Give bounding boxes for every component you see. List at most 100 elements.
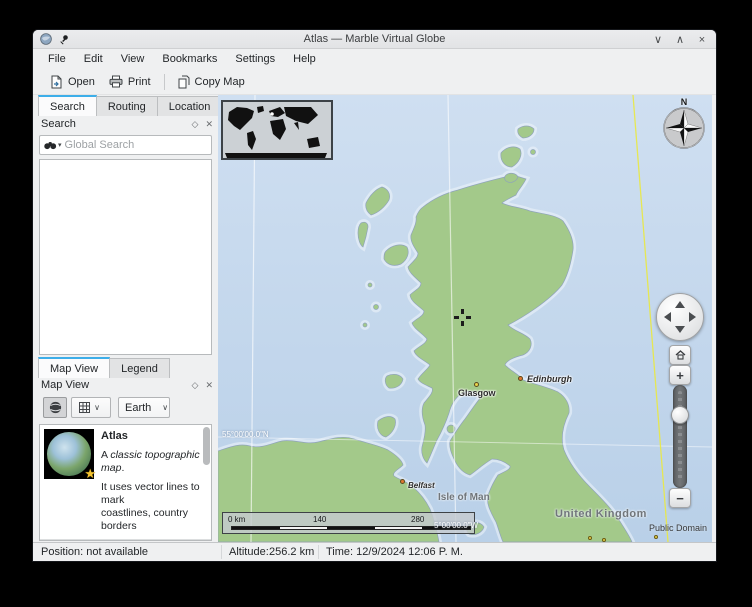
zoom-out-button[interactable]: − <box>669 488 691 508</box>
mapview-tabbar: Map View Legend <box>38 357 170 378</box>
mapview-toolbar: ∨ Earth ∨ <box>43 397 170 418</box>
compass[interactable]: N <box>663 97 705 155</box>
marble-window: Atlas — Marble Virtual Globe ∨ ∧ × File … <box>33 30 716 561</box>
copy-map-button[interactable]: Copy Map <box>171 72 252 92</box>
united-kingdom-label: United Kingdom <box>555 508 647 520</box>
window-title: Atlas — Marble Virtual Globe <box>33 33 716 45</box>
settlement-marker[interactable] <box>654 535 658 539</box>
zoom-slider-thumb[interactable] <box>671 406 689 424</box>
scale-end-label: 280 <box>411 515 424 524</box>
menubar: File Edit View Bookmarks Settings Help <box>33 49 716 69</box>
globe-icon <box>49 401 62 414</box>
atlas-thumbnail: ★ <box>44 429 94 479</box>
edinburgh-label: Edinburgh <box>527 374 572 384</box>
print-button[interactable]: Print <box>102 72 158 91</box>
home-button[interactable] <box>669 345 691 365</box>
pan-down-arrow-icon[interactable] <box>675 326 685 333</box>
minimize-button[interactable]: ∨ <box>652 33 664 46</box>
status-time: Time: 12/9/2024 12:06 P. M. <box>326 546 463 558</box>
overview-map[interactable] <box>221 100 333 160</box>
grid-view-icon <box>79 402 90 413</box>
tab-legend[interactable]: Legend <box>110 358 170 378</box>
maximize-button[interactable]: ∧ <box>674 33 686 46</box>
copy-map-label: Copy Map <box>195 76 245 88</box>
titlebar: Atlas — Marble Virtual Globe ∨ ∧ × <box>33 30 716 49</box>
menu-bookmarks[interactable]: Bookmarks <box>153 51 226 67</box>
float-panel-icon[interactable]: ◇ <box>192 119 199 130</box>
screenshot-stage: Atlas — Marble Virtual Globe ∨ ∧ × File … <box>0 0 752 607</box>
pin-icon[interactable] <box>59 34 69 45</box>
global-search-box: ▾ <box>39 135 212 155</box>
zoom-slider-track[interactable] <box>673 385 687 488</box>
status-altitude-label: Altitude: <box>229 546 269 558</box>
open-label: Open <box>68 76 95 88</box>
scale-mid-label: 140 <box>313 515 326 524</box>
glasgow-label: Glasgow <box>458 388 496 398</box>
search-panel-title: Search <box>41 118 185 130</box>
tab-routing[interactable]: Routing <box>97 96 158 116</box>
globe-projection-button[interactable] <box>43 397 67 418</box>
chevron-down-icon: ∨ <box>94 403 100 412</box>
compass-north-label: N <box>663 97 705 107</box>
search-binoculars-icon <box>44 141 57 150</box>
celestial-body-value: Earth <box>125 402 151 414</box>
compass-rose-icon <box>663 107 705 149</box>
settlement-marker[interactable] <box>588 536 592 540</box>
world-map-icon <box>223 102 331 158</box>
copy-icon <box>178 75 190 89</box>
theme-list-scrollbar[interactable] <box>203 427 210 465</box>
isle-of-man-label: Isle of Man <box>438 492 490 503</box>
search-results-list[interactable] <box>39 159 212 355</box>
license-attribution: Public Domain <box>649 523 707 533</box>
theme-desc-line3: coastlines, country borders <box>101 507 207 533</box>
favorite-star-icon: ★ <box>84 466 96 482</box>
pan-up-arrow-icon[interactable] <box>675 301 685 308</box>
view-mode-button[interactable]: ∨ <box>71 397 111 418</box>
mapview-panel-header: Map View ◇ ✕ <box>41 379 213 391</box>
print-icon <box>109 75 123 88</box>
app-globe-icon <box>40 33 52 45</box>
theme-name: Atlas <box>101 430 207 443</box>
belfast-label: Belfast <box>408 481 435 490</box>
menu-settings[interactable]: Settings <box>226 51 284 67</box>
menu-file[interactable]: File <box>39 51 75 67</box>
latitude-label: 55°00'00.0"N <box>222 430 269 439</box>
glasgow-marker[interactable] <box>474 382 479 387</box>
theme-item-atlas[interactable]: ★ Atlas A classic topographic map. It us… <box>40 425 211 537</box>
mapview-panel-title: Map View <box>41 379 185 391</box>
belfast-marker[interactable] <box>400 479 405 484</box>
menu-view[interactable]: View <box>112 51 154 67</box>
close-panel-icon[interactable]: ✕ <box>205 380 213 391</box>
scale-start-label: 0 km <box>228 515 245 524</box>
pan-right-arrow-icon[interactable] <box>689 312 696 322</box>
celestial-body-select[interactable]: Earth ∨ <box>118 397 170 418</box>
close-button[interactable]: × <box>696 34 708 46</box>
open-button[interactable]: Open <box>43 72 102 92</box>
search-options-caret[interactable]: ▾ <box>58 141 62 149</box>
tab-map-view[interactable]: Map View <box>38 357 110 378</box>
edinburgh-marker[interactable] <box>518 376 523 381</box>
main-toolbar: Open Print Copy Map <box>33 69 716 95</box>
pan-control[interactable] <box>656 293 704 341</box>
theme-desc: A classic topographic map. <box>101 449 207 475</box>
zoom-in-button[interactable]: + <box>669 365 691 385</box>
status-altitude-value: 256.2 km <box>269 546 314 558</box>
menu-edit[interactable]: Edit <box>75 51 112 67</box>
statusbar: Position: not available Altitude: 256.2 … <box>33 542 716 561</box>
toolbar-separator <box>164 74 165 90</box>
longitude-label: 5°00'00.0"W <box>434 521 478 530</box>
search-input[interactable] <box>65 139 207 151</box>
menu-help[interactable]: Help <box>284 51 325 67</box>
print-label: Print <box>128 76 151 88</box>
float-panel-icon[interactable]: ◇ <box>192 380 199 391</box>
map-viewport[interactable]: 55°00'00.0"N 5°00'00.0"W Glasgow Edinbur… <box>218 95 712 542</box>
pan-left-arrow-icon[interactable] <box>664 312 671 322</box>
crosshair-cursor <box>454 309 471 326</box>
search-tabbar: Search Routing Location <box>38 95 222 116</box>
close-panel-icon[interactable]: ✕ <box>205 119 213 130</box>
chevron-down-icon: ∨ <box>162 403 168 412</box>
tab-search[interactable]: Search <box>38 95 97 116</box>
search-panel-header: Search ◇ ✕ <box>41 118 213 130</box>
map-theme-list: ★ Atlas A classic topographic map. It us… <box>39 424 212 541</box>
tab-location[interactable]: Location <box>158 96 223 116</box>
